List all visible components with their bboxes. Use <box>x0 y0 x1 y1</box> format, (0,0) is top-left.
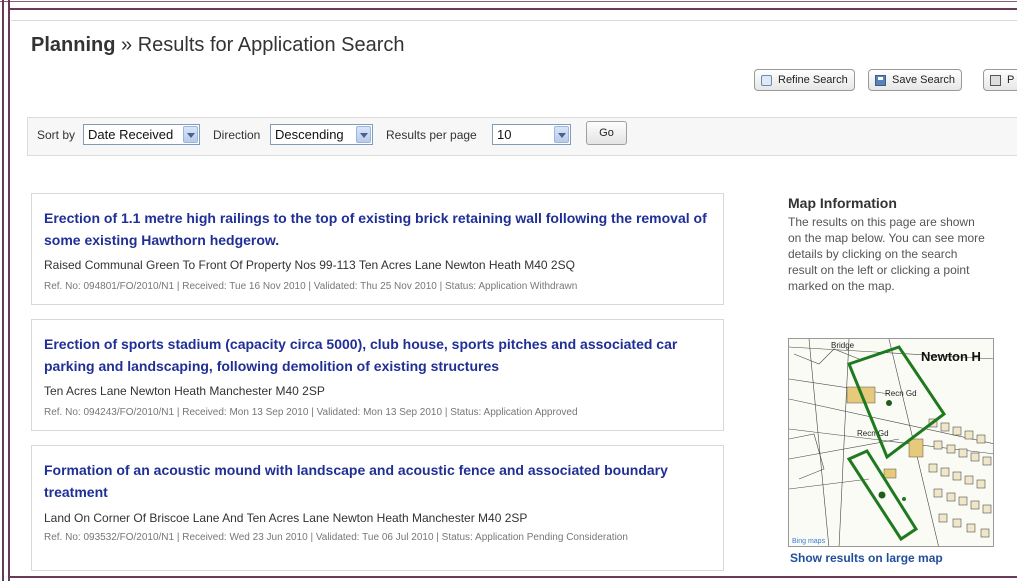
sort-by-select[interactable]: Date Received <box>83 124 200 145</box>
page-title-section: Planning <box>31 34 116 56</box>
result-card: Erection of sports stadium (capacity cir… <box>31 319 724 431</box>
go-button[interactable]: Go <box>586 121 627 145</box>
result-address: Land On Corner Of Briscoe Lane And Ten A… <box>44 511 528 525</box>
result-title-link[interactable]: Erection of 1.1 metre high railings to t… <box>44 207 716 251</box>
map-label: Newton H <box>921 349 981 364</box>
sort-by-label: Sort by <box>37 128 76 142</box>
result-address: Raised Communal Green To Front Of Proper… <box>44 258 575 272</box>
sort-by-value: Date Received <box>88 127 174 142</box>
frame-line <box>8 8 1017 10</box>
chevron-down-icon <box>554 126 569 143</box>
per-page-value: 10 <box>497 127 512 142</box>
go-label: Go <box>599 127 614 139</box>
save-search-label: Save Search <box>892 74 955 86</box>
result-title-link[interactable]: Formation of an acoustic mound with land… <box>44 459 716 503</box>
floppy-disk-icon <box>875 74 886 86</box>
map-label: Bridge <box>831 341 855 350</box>
map-credit: Bing maps <box>792 538 826 545</box>
result-meta: Ref. No: 093532/FO/2010/N1 | Received: W… <box>44 532 628 543</box>
save-search-button[interactable]: Save Search <box>868 69 962 91</box>
result-card: Formation of an acoustic mound with land… <box>31 445 724 571</box>
result-address: Ten Acres Lane Newton Heath Manchester M… <box>44 384 325 398</box>
chevron-down-icon <box>183 126 198 143</box>
result-meta: Ref. No: 094243/FO/2010/N1 | Received: M… <box>44 407 578 418</box>
page-title: Planning » Results for Application Searc… <box>31 34 405 57</box>
map-canvas: Bridge Newton H Recn Gd Recn Gd Bing map… <box>789 339 993 546</box>
map-info-title: Map Information <box>788 195 897 211</box>
frame-line <box>0 1 1017 2</box>
map-info-text: The results on this page are shown on th… <box>788 215 985 293</box>
per-page-select[interactable]: 10 <box>492 124 571 145</box>
chevron-down-icon <box>356 126 371 143</box>
show-large-map-link[interactable]: Show results on large map <box>790 551 943 565</box>
direction-value: Descending <box>275 127 344 142</box>
map-label: Recn Gd <box>857 429 889 438</box>
frame-line <box>8 576 1017 578</box>
page-title-subtitle: Results for Application Search <box>137 34 405 56</box>
per-page-label: Results per page <box>386 128 477 142</box>
direction-select[interactable]: Descending <box>270 124 373 145</box>
map-label: Recn Gd <box>885 389 917 398</box>
refine-search-button[interactable]: Refine Search <box>754 69 855 91</box>
print-button[interactable]: P <box>983 69 1017 91</box>
refine-search-label: Refine Search <box>778 74 848 86</box>
search-icon <box>761 74 772 86</box>
results-map[interactable]: Bridge Newton H Recn Gd Recn Gd Bing map… <box>788 338 994 547</box>
result-title-link[interactable]: Erection of sports stadium (capacity cir… <box>44 333 716 377</box>
result-meta: Ref. No: 094801/FO/2010/N1 | Received: T… <box>44 281 578 292</box>
divider <box>11 20 1017 21</box>
direction-label: Direction <box>213 128 261 142</box>
result-card: Erection of 1.1 metre high railings to t… <box>31 193 724 305</box>
print-label: P <box>1007 74 1015 86</box>
printer-icon <box>990 74 1001 86</box>
frame-line <box>2 0 4 581</box>
frame-line <box>8 0 10 581</box>
page-title-separator: » <box>115 34 138 56</box>
